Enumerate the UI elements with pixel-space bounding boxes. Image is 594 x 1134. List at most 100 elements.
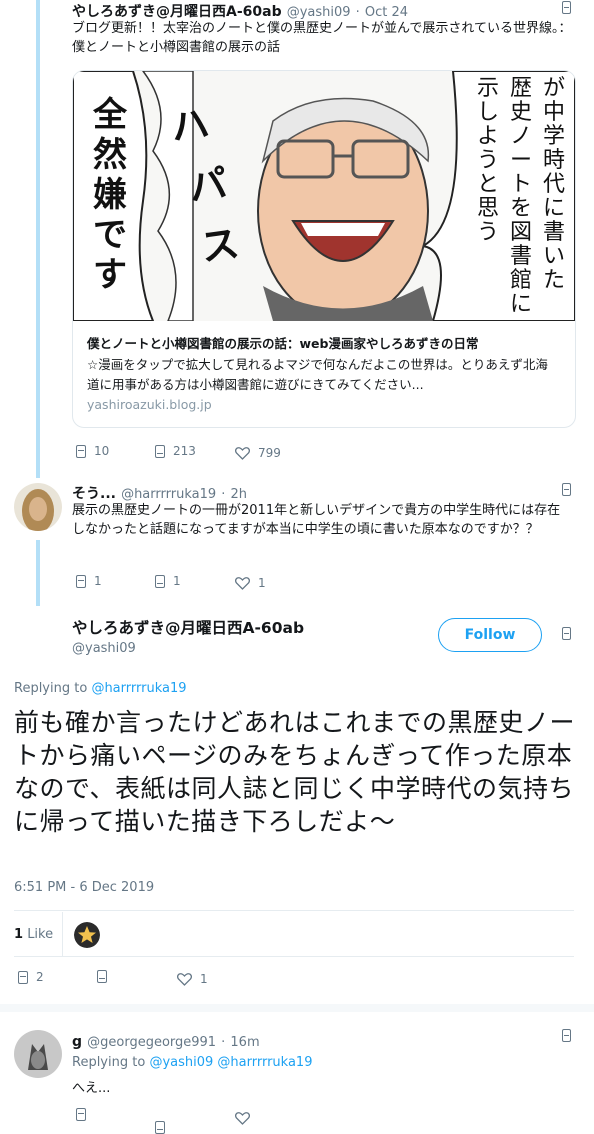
tweet-2[interactable]: そう... @harrrrruka19 · 2h 展示の黒歴史ノートの一冊が20…	[0, 478, 594, 598]
retweet-icon	[97, 970, 107, 983]
heart-icon	[235, 446, 250, 460]
svg-text:然: 然	[93, 135, 127, 175]
tweet-text: へえ...	[72, 1081, 111, 1096]
retweet-count: 213	[173, 444, 196, 458]
svg-text:学: 学	[543, 124, 565, 149]
replying-to: Replying to @yashi09 @harrrrruka19	[72, 1055, 312, 1070]
replying-to-link[interactable]: @harrrrruka19	[91, 681, 186, 696]
main-tweet-text: 前も確か言ったけどあれはこれまでの黒歴史ノートから痛いページのみをちょんぎって作…	[14, 708, 576, 836]
retweet-action[interactable]: 1	[155, 574, 181, 588]
avatar[interactable]	[14, 1030, 62, 1078]
like-count: 799	[258, 446, 281, 460]
reply-icon	[18, 970, 28, 984]
svg-text:ハ: ハ	[168, 101, 212, 150]
svg-text:ノ: ノ	[510, 124, 532, 149]
svg-text:う: う	[477, 148, 499, 173]
heart-icon	[177, 972, 192, 986]
svg-text:嫌: 嫌	[93, 175, 127, 215]
svg-text:ス: ス	[198, 221, 242, 270]
link-card[interactable]: 全 然 嫌 で す ハ パ ス が中学時代に書いた 歴史ノートを図書館に 示しよ…	[72, 70, 576, 428]
reply-count: 2	[36, 970, 44, 984]
likes-stat-label: Like	[27, 927, 54, 942]
reply-icon	[76, 574, 86, 588]
tweet-text: 展示の黒歴史ノートの一冊が2011年と新しいデザインで貴方の中学生時代には存在し…	[72, 503, 561, 537]
divider	[14, 910, 574, 911]
retweet-icon[interactable]	[155, 1121, 165, 1134]
tweet-author-handle[interactable]: @yashi09	[287, 5, 351, 20]
tweet-author-name[interactable]: g	[72, 1034, 82, 1050]
svg-text:書: 書	[510, 244, 532, 269]
svg-text:し: し	[477, 100, 499, 125]
svg-text:時: 時	[543, 148, 565, 173]
tweet-author-name[interactable]: やしろあずき@月曜日西A-60ab	[72, 4, 282, 20]
tweet-author-handle[interactable]: @georgegeorge991	[87, 1035, 216, 1050]
reply-action[interactable]: 10	[76, 444, 109, 458]
retweet-action[interactable]: 213	[155, 444, 196, 458]
replying-to-link[interactable]: @yashi09	[149, 1055, 213, 1070]
svg-text:い: い	[543, 244, 565, 269]
tweet-author-name[interactable]: そう...	[72, 486, 116, 502]
like-action[interactable]: 1	[177, 972, 208, 986]
svg-text:よ: よ	[477, 124, 499, 149]
svg-text:中: 中	[543, 100, 565, 125]
svg-text:代: 代	[543, 172, 565, 197]
tweet-menu-icon[interactable]	[562, 627, 571, 640]
reply-icon[interactable]	[76, 1108, 86, 1121]
reply-action[interactable]: 1	[76, 574, 102, 588]
main-author-name[interactable]: やしろあずき@月曜日西A-60ab	[72, 616, 304, 638]
retweet-count: 1	[173, 574, 181, 588]
heart-icon	[235, 576, 250, 590]
svg-text:た: た	[543, 268, 565, 293]
svg-text:で: で	[93, 215, 127, 255]
svg-text:す: す	[93, 255, 127, 295]
svg-text:パ: パ	[186, 161, 230, 210]
replying-to: Replying to @harrrrruka19	[14, 681, 187, 696]
dot-separator: ·	[221, 487, 226, 502]
follow-button[interactable]: Follow	[438, 618, 542, 652]
replying-to-label: Replying to	[72, 1055, 146, 1070]
divider	[0, 1004, 594, 1012]
replying-to-link[interactable]: @harrrrruka19	[217, 1055, 312, 1070]
tweet-time[interactable]: 16m	[230, 1035, 259, 1050]
svg-text:が: が	[543, 76, 565, 101]
tweet-1[interactable]: やしろあずき@月曜日西A-60ab @yashi09 · Oct 24 ブログ更…	[0, 0, 594, 470]
likes-stat-count: 1	[14, 927, 24, 942]
svg-text:示: 示	[477, 76, 499, 101]
like-action[interactable]: 799	[235, 446, 281, 460]
tweet-author-handle[interactable]: @harrrrruka19	[121, 487, 216, 502]
reply-action[interactable]: 2	[18, 970, 44, 984]
tweet-menu-icon[interactable]	[562, 483, 571, 496]
liker-avatar[interactable]	[74, 922, 100, 948]
tweet-menu-icon[interactable]	[562, 1029, 571, 1042]
likes-stat[interactable]: 1 Like	[14, 927, 53, 942]
avatar[interactable]	[14, 483, 62, 531]
svg-text:歴: 歴	[510, 76, 532, 101]
svg-text:と: と	[477, 172, 499, 197]
tweet-timestamp[interactable]: 6:51 PM - 6 Dec 2019	[14, 880, 154, 895]
divider	[14, 956, 574, 957]
reply-tweet[interactable]: g @georgegeorge991 · 16m Replying to @ya…	[0, 1022, 594, 1134]
svg-text:全: 全	[92, 95, 128, 135]
svg-text:思: 思	[477, 196, 499, 221]
like-action[interactable]: 1	[235, 576, 266, 590]
tweet-date[interactable]: Oct 24	[365, 5, 408, 20]
svg-text:図: 図	[510, 220, 532, 245]
retweet-icon	[155, 574, 165, 588]
card-image: 全 然 嫌 で す ハ パ ス が中学時代に書いた 歴史ノートを図書館に 示しよ…	[73, 71, 575, 321]
dot-separator: ·	[355, 5, 360, 20]
svg-text:に: に	[543, 196, 565, 221]
heart-icon[interactable]	[234, 1110, 251, 1129]
replying-to-label: Replying to	[14, 681, 88, 696]
card-domain: yashiroazuki.blog.jp	[87, 397, 212, 412]
retweet-action[interactable]	[97, 970, 107, 983]
tweet-menu-icon[interactable]	[562, 1, 571, 14]
svg-text:に: に	[510, 292, 532, 317]
reply-count: 1	[94, 574, 102, 588]
svg-text:書: 書	[543, 220, 565, 245]
dot-separator: ·	[221, 1035, 226, 1050]
tweet-time[interactable]: 2h	[230, 487, 247, 502]
main-author-handle[interactable]: @yashi09	[72, 641, 304, 656]
card-title[interactable]: 僕とノートと小樽図書館の展示の話：web漫画家やしろあずきの日常	[87, 333, 567, 352]
svg-text:館: 館	[510, 268, 532, 293]
like-count: 1	[258, 576, 266, 590]
